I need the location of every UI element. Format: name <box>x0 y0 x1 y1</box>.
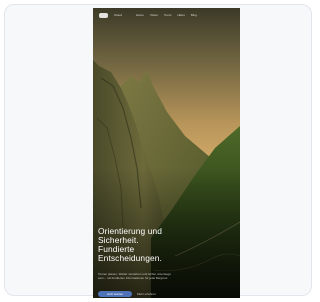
secondary-link[interactable]: Mehr erfahren <box>137 291 156 297</box>
cta-button[interactable]: Jetzt starten <box>98 291 132 297</box>
nav-item-home[interactable]: Home <box>136 13 144 17</box>
hero-title: Orientierung und Sicherheit. Fundierte E… <box>98 227 218 263</box>
nav-item-vision[interactable]: Vision <box>150 13 158 17</box>
nav-item-hikes[interactable]: Hikes <box>177 13 185 17</box>
hero-title-line: Entscheidungen. <box>98 253 162 263</box>
top-navigation: Cloud Home Vision Tours Hikes Blog <box>93 8 240 22</box>
brand-name[interactable]: Cloud <box>114 13 122 17</box>
logo-icon[interactable] <box>99 12 108 18</box>
nav-item-blog[interactable]: Blog <box>191 13 197 17</box>
website-preview[interactable]: Cloud Home Vision Tours Hikes Blog Orien… <box>93 8 240 298</box>
hero-subtitle: Touren planen, Wetter verstehen und sich… <box>98 272 171 280</box>
nav-item-tours[interactable]: Tours <box>164 13 171 17</box>
